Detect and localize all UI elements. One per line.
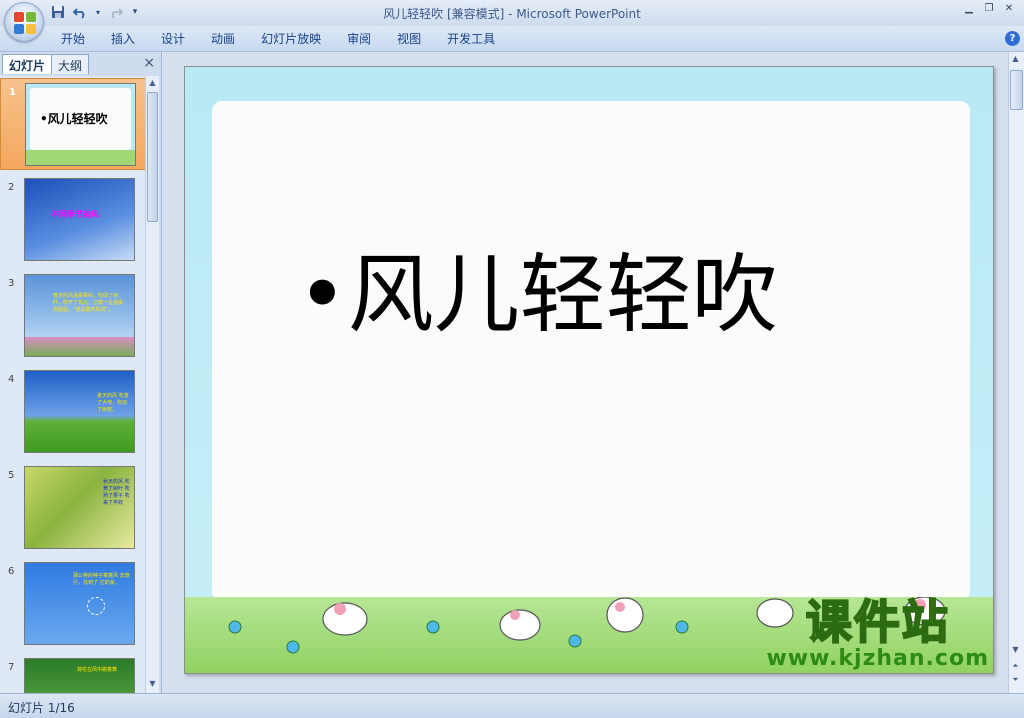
thumbnail-text: 不同季节的风 [51, 210, 99, 219]
tab-slides[interactable]: 幻灯片 [2, 54, 53, 74]
editor-scrollbar[interactable]: ▲ ▼ ⏶ ⏷ [1008, 52, 1024, 693]
ribbon: 开始 插入 设计 动画 幻灯片放映 审阅 视图 开发工具 ? [0, 26, 1024, 52]
next-slide-icon[interactable]: ⏷ [1009, 675, 1022, 687]
editor-scroll-down-icon[interactable]: ▼ [1009, 645, 1022, 657]
thumbnail-slide-1[interactable]: 1 •风儿轻轻吹 [0, 78, 146, 170]
window-title: 风儿轻轻吹 [兼容模式] - Microsoft PowerPoint [0, 5, 1024, 22]
thumbnail-slide-2[interactable]: 2 不同季节的风 [0, 174, 146, 266]
editor-scroll-thumb[interactable] [1010, 70, 1023, 110]
thumbnail-image: 不同季节的风 [24, 178, 135, 261]
thumbnail-image: 夏天的风 吹落了大地，吹动了树枝。 [24, 370, 135, 453]
thumbnail-slide-4[interactable]: 4 夏天的风 吹落了大地，吹动了树枝。 [0, 366, 146, 458]
slide-canvas[interactable]: •风儿轻轻吹 课件站 www.kjzhan.com [184, 66, 994, 674]
thumbnail-image: 秋天的风 吹黄了树叶 吹熟了果子 吹来了丰收 [24, 466, 135, 549]
previous-slide-icon[interactable]: ⏶ [1009, 661, 1022, 673]
thumbnail-slide-7[interactable]: 7 荷花在风中跳着舞 [0, 654, 146, 693]
office-button[interactable] [4, 2, 44, 42]
watermark-cn: 课件站 [805, 595, 950, 649]
title-separator: - [504, 7, 517, 21]
thumbnail-number: 5 [8, 470, 15, 481]
thumbnail-text: 秋天的风 吹黄了树叶 吹熟了果子 吹来了丰收 [103, 479, 130, 506]
tab-design[interactable]: 设计 [148, 31, 198, 47]
thumbnail-number: 1 [9, 87, 16, 98]
thumbnail-slide-5[interactable]: 5 秋天的风 吹黄了树叶 吹熟了果子 吹来了丰收 [0, 462, 146, 554]
panel-scrollbar[interactable]: ▲ ▼ [145, 76, 159, 693]
tab-outline[interactable]: 大纲 [51, 54, 90, 74]
thumbnail-slide-6[interactable]: 6 蒲公英的种子乘着风 去旅行，找到了 它的家。 [0, 558, 146, 650]
office-logo-icon [14, 12, 36, 34]
panel-close-icon[interactable]: × [143, 55, 155, 71]
restore-icon[interactable]: ❐ [980, 2, 998, 16]
slide-editor: •风儿轻轻吹 课件站 www.kjzhan.com ▲ ▼ ⏶ ⏷ [163, 52, 1024, 693]
dandelion-icon [87, 597, 105, 615]
scroll-up-icon[interactable]: ▲ [146, 78, 159, 90]
thumbnail-number: 3 [8, 278, 15, 289]
thumbnail-text: 荷花在风中跳着舞 [77, 667, 118, 673]
status-bar: 幻灯片 1/16 [0, 693, 1024, 718]
tab-slideshow[interactable]: 幻灯片放映 [248, 31, 334, 47]
slides-panel: 幻灯片 大纲 × 1 •风儿轻轻吹 2 不同季节的风 3 春天的风温柔柔的，吹绿… [0, 52, 162, 693]
thumbnail-image: 蒲公英的种子乘着风 去旅行，找到了 它的家。 [24, 562, 135, 645]
thumbnail-number: 4 [8, 374, 15, 385]
panel-tabs: 幻灯片 大纲 [2, 54, 90, 74]
thumbnail-list: 1 •风儿轻轻吹 2 不同季节的风 3 春天的风温柔柔的，吹绿了树叶，吹开了花儿… [0, 76, 146, 693]
panel-scroll-thumb[interactable] [147, 92, 158, 222]
tab-view[interactable]: 视图 [384, 31, 434, 47]
thumbnail-text: 蒲公英的种子乘着风 去旅行，找到了 它的家。 [73, 573, 130, 586]
thumbnail-number: 2 [8, 182, 15, 193]
tab-review[interactable]: 审阅 [334, 31, 384, 47]
thumbnail-image: 春天的风温柔柔的，吹绿了树叶，吹开了花儿，它像一位温柔的姐姐。“我是春天的风”。 [24, 274, 135, 357]
thumbnail-slide-3[interactable]: 3 春天的风温柔柔的，吹绿了树叶，吹开了花儿，它像一位温柔的姐姐。“我是春天的风… [0, 270, 146, 362]
thumbnail-image: 荷花在风中跳着舞 [24, 658, 135, 693]
window-controls: ▁ ❐ ✕ [960, 2, 1018, 16]
tab-animations[interactable]: 动画 [198, 31, 248, 47]
thumbnail-text: 夏天的风 吹落了大地，吹动了树枝。 [97, 393, 129, 413]
editor-scroll-up-icon[interactable]: ▲ [1009, 54, 1022, 66]
minimize-icon[interactable]: ▁ [960, 2, 978, 16]
thumbnail-number: 6 [8, 566, 15, 577]
close-icon[interactable]: ✕ [1000, 2, 1018, 16]
scroll-down-icon[interactable]: ▼ [146, 679, 159, 691]
slide-indicator: 幻灯片 1/16 [8, 701, 75, 715]
slide-title[interactable]: •风儿轻轻吹 [297, 245, 778, 345]
thumbnail-number: 7 [8, 662, 15, 673]
slide-content-area [212, 101, 970, 601]
tab-home[interactable]: 开始 [48, 31, 98, 47]
watermark: 课件站 www.kjzhan.com [766, 595, 989, 671]
title-bar: ▾ ▾ 风儿轻轻吹 [兼容模式] - Microsoft PowerPoint … [0, 0, 1024, 42]
document-title: 风儿轻轻吹 [兼容模式] [383, 7, 505, 21]
tab-developer[interactable]: 开发工具 [434, 31, 508, 47]
thumbnail-image: •风儿轻轻吹 [25, 83, 136, 166]
app-name: Microsoft PowerPoint [516, 7, 641, 21]
help-icon[interactable]: ? [1005, 31, 1020, 46]
watermark-url: www.kjzhan.com [766, 646, 989, 671]
ribbon-tabs: 开始 插入 设计 动画 幻灯片放映 审阅 视图 开发工具 [48, 31, 508, 47]
thumbnail-text: •风儿轻轻吹 [40, 112, 108, 126]
tab-insert[interactable]: 插入 [98, 31, 148, 47]
thumbnail-text: 春天的风温柔柔的，吹绿了树叶，吹开了花儿，它像一位温柔的姐姐。“我是春天的风”。 [53, 293, 124, 313]
